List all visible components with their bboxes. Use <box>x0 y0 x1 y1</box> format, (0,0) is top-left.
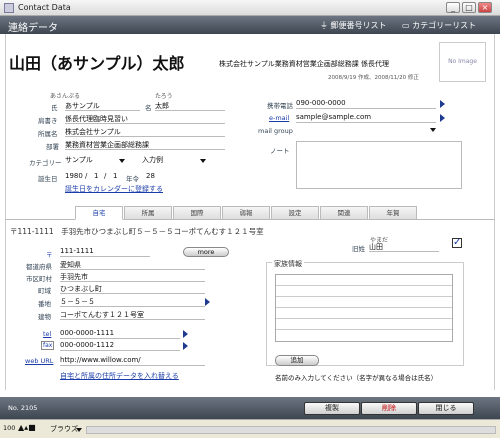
fax-field[interactable]: 000-0000-1112 <box>60 341 180 351</box>
status-bar: 100 ▲▴■ ブラウズ <box>0 419 500 438</box>
mailgroup-label: mail group <box>258 127 293 135</box>
category-select[interactable]: サンプル <box>65 155 125 166</box>
birthday-label: 誕生日 <box>38 175 58 183</box>
photo-placeholder[interactable]: No Image <box>439 42 486 82</box>
kyusei-label: 旧姓 <box>352 245 365 253</box>
close-button[interactable]: 閉じる <box>418 402 474 415</box>
note-textarea[interactable] <box>296 141 462 189</box>
tab-nenga[interactable]: 年賀 <box>369 206 417 220</box>
zoom-level[interactable]: 100 <box>3 424 15 432</box>
kyusei-checkbox[interactable]: ✓ <box>452 238 462 248</box>
zoom-icon[interactable]: ▲▴■ <box>18 423 36 432</box>
title-field[interactable]: 係長代理臨時見習い <box>65 114 225 124</box>
email-label[interactable]: e-mail <box>269 114 289 122</box>
category-list-link[interactable]: ▭ カテゴリーリスト <box>402 20 476 31</box>
address-summary: 〒111-1111 手羽先市ひつまぶし町５－５－５コーポてんむす１２１号室 <box>10 227 264 236</box>
postal-label: 〒 <box>46 251 53 259</box>
chevron-down-icon <box>430 128 436 132</box>
minimize-button[interactable]: _ <box>446 2 460 13</box>
city-field[interactable]: 手羽先市 <box>60 272 205 282</box>
call-arrow-icon[interactable] <box>440 100 445 108</box>
add-family-button[interactable]: 追加 <box>275 355 319 366</box>
tab-weak[interactable]: 弱報 <box>222 206 270 220</box>
town-label: 町域 <box>38 287 51 295</box>
title-label: 肩書き <box>38 117 58 125</box>
kana-sei: あさんぷる <box>50 93 81 100</box>
app-icon <box>4 3 14 13</box>
birth-year[interactable]: 1980 <box>65 172 83 180</box>
postal-field[interactable]: 111-1111 <box>60 247 150 257</box>
age-value: 28 <box>146 172 155 180</box>
chevron-down-icon <box>200 159 206 163</box>
dept-field[interactable]: 業務資材営業企画部総務課 <box>65 140 225 150</box>
maximize-button[interactable]: □ <box>462 2 476 13</box>
company-label: 所属名 <box>38 130 58 138</box>
mobile-label: 携帯電話 <box>267 102 293 110</box>
pref-field[interactable]: 愛知県 <box>60 260 205 270</box>
kana-mei: たろう <box>155 93 173 100</box>
contact-name: 山田（あサンプル）太郎 <box>9 54 185 73</box>
tab-related[interactable]: 関連 <box>320 206 368 220</box>
mei-label: 名 <box>145 104 152 112</box>
more-button[interactable]: more <box>183 247 229 257</box>
mei-field[interactable]: 太郎 <box>155 101 225 111</box>
note-label: ノート <box>270 147 290 155</box>
postal-list-link[interactable]: ⏚ 郵便番号リスト <box>320 20 387 31</box>
tab-home[interactable]: 自宅 <box>75 206 123 220</box>
family-note: 名前のみ入力してください（名字が異なる場合は氏名） <box>275 374 438 382</box>
chevron-down-icon <box>119 159 125 163</box>
window-titlebar: Contact Data _ □ × <box>0 0 500 16</box>
city-label: 市区町村 <box>26 275 52 283</box>
birth-month[interactable]: 1 <box>94 172 98 180</box>
birthday-calendar-link[interactable]: 誕生日をカレンダーに登録する <box>65 184 163 194</box>
delete-button[interactable]: 削除 <box>361 402 417 415</box>
close-window-button[interactable]: × <box>478 2 492 13</box>
header-bar: 連絡データ ⏚ 郵便番号リスト ▭ カテゴリーリスト <box>0 16 500 34</box>
map-arrow-icon[interactable] <box>205 298 210 306</box>
age-label: 年令 <box>126 175 139 183</box>
filter-icon: ⏚ <box>320 21 328 30</box>
tab-affiliation[interactable]: 所属 <box>124 206 172 220</box>
building-field[interactable]: コーポてんむす１２１号室 <box>60 310 205 320</box>
birth-day[interactable]: 1 <box>113 172 117 180</box>
banchi-field[interactable]: ５－５－５ <box>60 297 205 307</box>
tel-arrow-icon[interactable] <box>183 330 188 338</box>
fax-arrow-icon[interactable] <box>183 342 188 350</box>
kyusei-field[interactable]: 山田 <box>369 242 439 252</box>
banchi-label: 番地 <box>38 300 51 308</box>
record-number: No. 2105 <box>8 404 38 412</box>
horizontal-scrollbar[interactable] <box>86 426 496 434</box>
town-field[interactable]: ひつまぶし町 <box>60 284 205 294</box>
keyboard-icon: ▭ <box>402 21 410 30</box>
family-list[interactable] <box>275 274 453 342</box>
mode-select[interactable]: ブラウズ <box>50 424 78 434</box>
fax-label[interactable]: fax <box>41 341 55 350</box>
pref-label: 都道府県 <box>26 263 52 271</box>
page-title: 連絡データ <box>8 23 58 34</box>
record-dates: 2008/9/19 作成、2008/11/20 修正 <box>328 75 419 81</box>
window-title: Contact Data <box>18 3 71 12</box>
duplicate-button[interactable]: 複製 <box>304 402 360 415</box>
family-title: 家族情報 <box>272 259 304 269</box>
sei-field[interactable]: あサンプル <box>65 101 140 111</box>
tel-field[interactable]: 000-0000-1111 <box>60 329 180 339</box>
category2-select[interactable]: 入力例 <box>142 155 207 166</box>
mailgroup-select[interactable] <box>296 125 438 135</box>
tab-international[interactable]: 国際 <box>173 206 221 220</box>
sei-label: 氏 <box>51 104 58 112</box>
web-label[interactable]: web URL <box>25 357 53 365</box>
tab-settings[interactable]: 設定 <box>271 206 319 220</box>
company-field[interactable]: 株式会社サンプル <box>65 127 225 137</box>
tel-label[interactable]: tel <box>43 330 51 338</box>
swap-address-link[interactable]: 自宅と所属の住所データを入れ替える <box>60 371 179 381</box>
mail-arrow-icon[interactable] <box>440 114 445 122</box>
email-field[interactable]: sample@sample.com <box>296 113 436 123</box>
chevron-down-icon <box>76 428 82 432</box>
mobile-field[interactable]: 090-000-0000 <box>296 99 436 109</box>
building-label: 建物 <box>38 313 51 321</box>
dept-label: 部署 <box>46 143 59 151</box>
web-field[interactable]: http://www.willow.com/ <box>60 356 205 366</box>
company-title: 株式会社サンプル業務資材営業企画部総務課 係長代理 <box>219 60 390 68</box>
category-label: カテゴリー <box>29 159 62 167</box>
